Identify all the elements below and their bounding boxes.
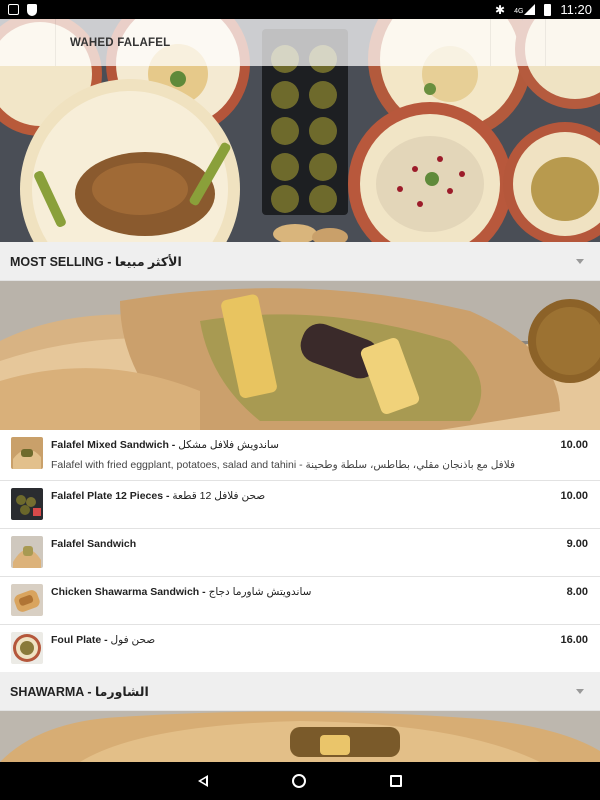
- network-label: 4G: [514, 8, 524, 15]
- item-name-ar: ساندويش فلافل مشكل: [178, 439, 279, 451]
- section-title: MOST SELLING - الأكثر مبيعا: [10, 254, 182, 269]
- clipboard-check-icon: [8, 4, 19, 15]
- menu-item[interactable]: Chicken Shawarma Sandwich - ساندويتش شاو…: [0, 577, 600, 625]
- battery-icon: [544, 3, 552, 16]
- item-price: 9.00: [566, 538, 588, 550]
- item-thumbnail: [11, 536, 43, 568]
- app-title: WAHED FALAFEL: [70, 36, 171, 49]
- item-name: Chicken Shawarma Sandwich - ساندويتش شاو…: [51, 586, 311, 598]
- bluetooth-icon: ✱: [495, 2, 506, 17]
- item-price: 10.00: [560, 490, 588, 502]
- item-thumbnail: [11, 584, 43, 616]
- item-name: Foul Plate - صحن فول: [51, 634, 155, 646]
- recents-icon[interactable]: [390, 775, 402, 787]
- section-image-shawarma: [0, 711, 600, 762]
- item-price: 10.00: [560, 439, 588, 451]
- signal-4g-icon: 4G: [514, 4, 536, 15]
- menu-item[interactable]: Falafel Mixed Sandwich - ساندويش فلافل م…: [0, 430, 600, 481]
- section-image-sandwich: [0, 281, 600, 430]
- item-name-en: Falafel Sandwich: [51, 538, 137, 550]
- item-name-en: Falafel Mixed Sandwich: [51, 439, 169, 451]
- item-name-ar: صحن فلافل 12 قطعة: [172, 490, 266, 502]
- section-header-shawarma[interactable]: SHAWARMA - الشاورما: [0, 672, 600, 711]
- item-thumbnail: [11, 488, 43, 520]
- chevron-down-icon: [576, 688, 584, 694]
- menu-item[interactable]: Falafel Plate 12 Pieces - صحن فلافل 12 ق…: [0, 481, 600, 529]
- item-name: Falafel Sandwich: [51, 538, 136, 550]
- section-header-most-selling[interactable]: MOST SELLING - الأكثر مبيعا: [0, 242, 600, 281]
- screen: ✱ 4G 11:20 WAHED FALAFEL MOST SELLING - …: [0, 0, 600, 800]
- status-time: 11:20: [560, 2, 592, 17]
- menu-item[interactable]: Falafel Sandwich 9.00: [0, 529, 600, 577]
- item-name-ar: ساندويتش شاورما دجاج: [208, 586, 312, 598]
- item-name-en: Chicken Shawarma Sandwich: [51, 586, 200, 598]
- item-price: 8.00: [566, 586, 588, 598]
- item-thumbnail: [11, 632, 43, 664]
- shield-icon: [27, 3, 37, 16]
- item-description: Falafel with fried eggplant, potatoes, s…: [51, 459, 515, 471]
- menu-item[interactable]: Foul Plate - صحن فول 16.00: [0, 625, 600, 673]
- navigation-bar: [0, 762, 600, 800]
- item-price: 16.00: [560, 634, 588, 646]
- item-name: Falafel Plate 12 Pieces - صحن فلافل 12 ق…: [51, 490, 265, 502]
- item-name-en: Falafel Plate 12 Pieces: [51, 490, 164, 502]
- item-name-en: Foul Plate: [51, 634, 102, 646]
- item-name: Falafel Mixed Sandwich - ساندويش فلافل م…: [51, 439, 279, 451]
- home-icon[interactable]: [292, 774, 306, 788]
- item-thumbnail: [11, 437, 43, 469]
- item-name-ar: صحن فول: [110, 634, 156, 646]
- app-bar: WAHED FALAFEL: [0, 19, 600, 66]
- back-icon[interactable]: [198, 775, 208, 787]
- section-title: SHAWARMA - الشاورما: [10, 684, 149, 699]
- chevron-down-icon: [576, 258, 584, 264]
- status-bar: ✱ 4G 11:20: [0, 0, 600, 19]
